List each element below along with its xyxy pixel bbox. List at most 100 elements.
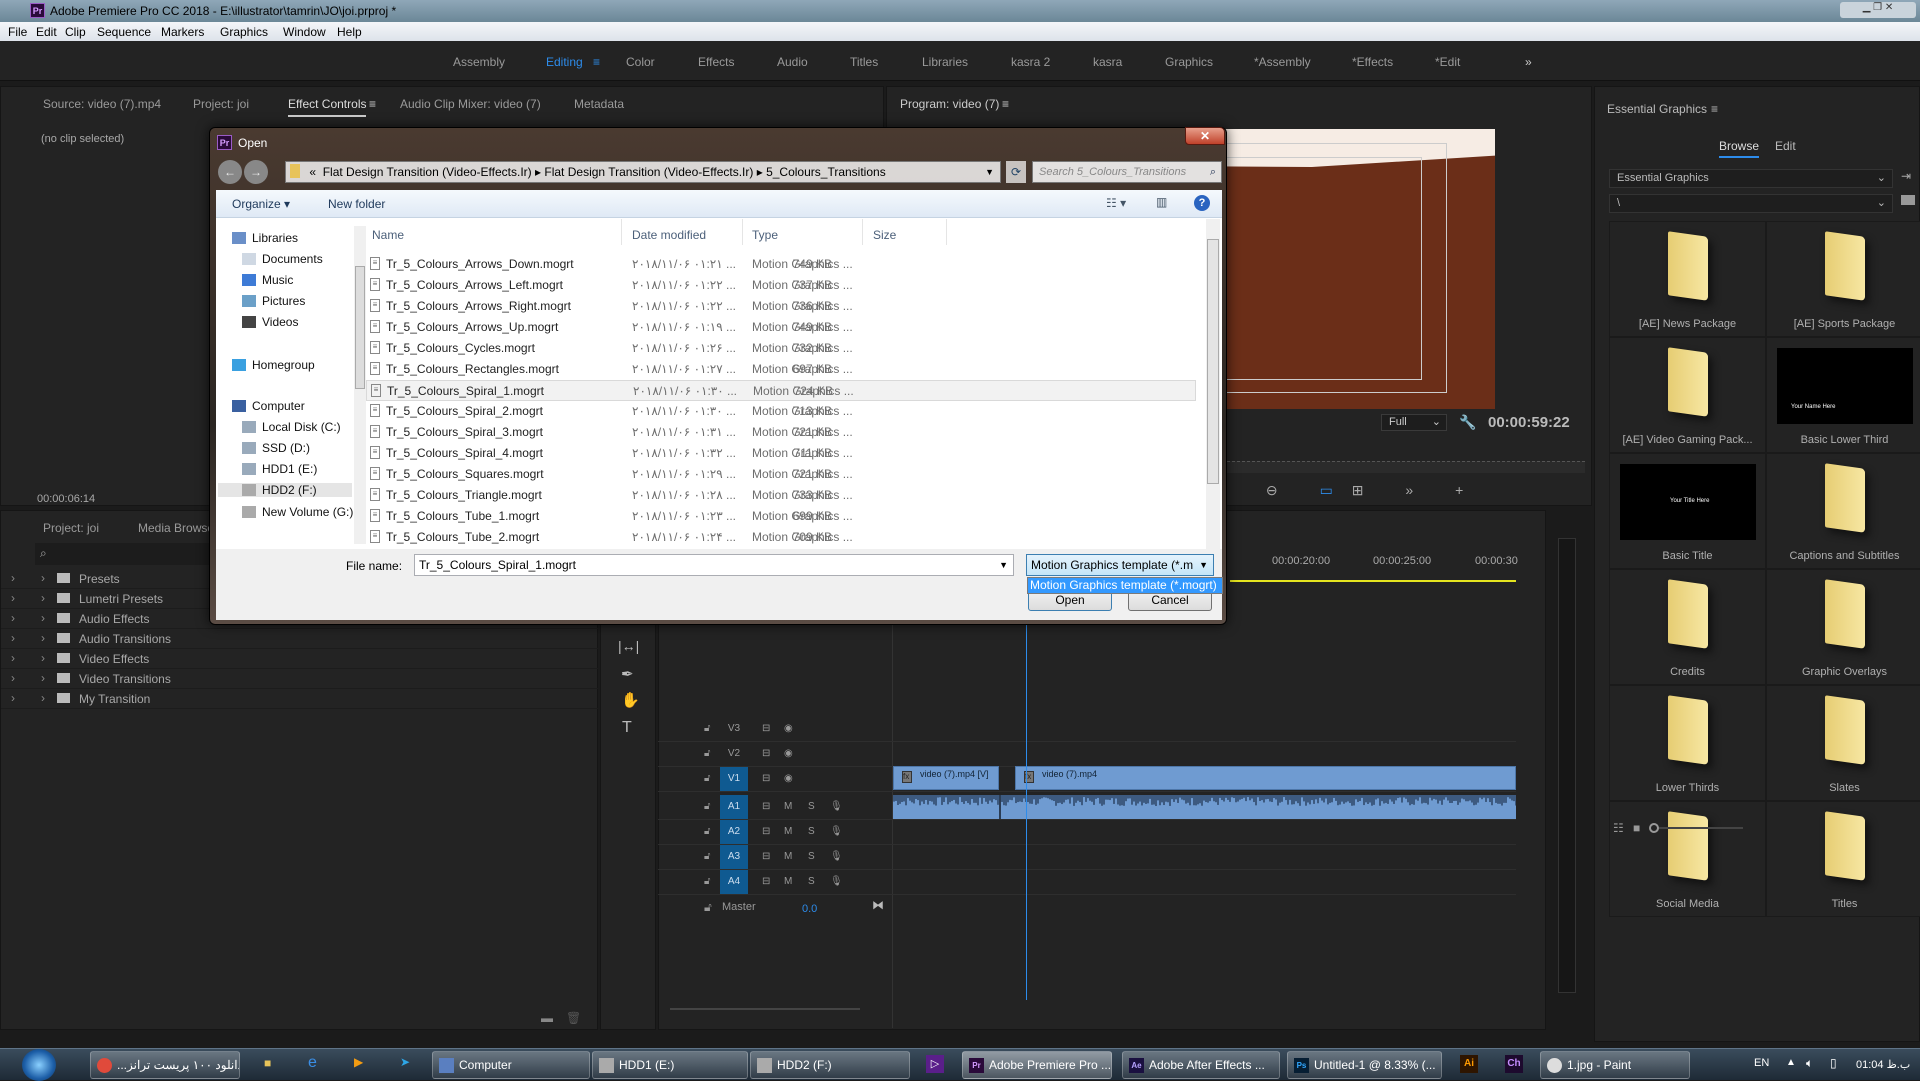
menu-edit[interactable]: Edit <box>36 25 57 39</box>
workspace-assembly[interactable]: Assembly <box>453 55 505 69</box>
panel-menu-icon[interactable]: ≡ <box>1711 102 1718 116</box>
file-name-input[interactable]: Tr_5_Colours_Spiral_1.mogrt ▼ <box>414 554 1014 576</box>
tab-browse[interactable]: Browse <box>1719 139 1760 158</box>
organize-button[interactable]: Organize ▾ <box>232 197 290 211</box>
graphics-item[interactable]: Lower Thirds <box>1609 685 1766 801</box>
eye-icon[interactable]: ◉ <box>784 748 793 759</box>
chevron-right-icon[interactable]: › <box>41 591 45 605</box>
back-button[interactable]: ← <box>218 160 242 184</box>
workspace-effects-modified[interactable]: *Effects <box>1352 55 1393 69</box>
chevron-right-icon[interactable]: › <box>11 631 15 645</box>
tab-media-browser[interactable]: Media Browser <box>138 521 218 535</box>
language-indicator[interactable]: EN <box>1754 1057 1769 1069</box>
pen-tool-icon[interactable]: ✒ <box>621 665 634 683</box>
effects-folder[interactable]: › › My Transition <box>1 689 598 709</box>
workspace-menu-icon[interactable]: ≡ <box>593 55 600 69</box>
folder-icon[interactable] <box>1901 195 1915 205</box>
nav-item[interactable]: New Volume (G:) <box>242 505 353 519</box>
file-list-scrollbar[interactable] <box>1206 219 1220 549</box>
solo-button[interactable]: S <box>808 851 815 862</box>
workspace-assembly-modified[interactable]: *Assembly <box>1254 55 1311 69</box>
media-encoder-pinned-icon[interactable]: ▷ <box>926 1055 944 1073</box>
mute-button[interactable]: M <box>784 876 792 887</box>
video-clip[interactable]: fx video (7).mp4 [V] <box>893 766 999 790</box>
lock-icon[interactable]: 🔓︎ <box>704 826 710 837</box>
tab-metadata[interactable]: Metadata <box>574 97 624 111</box>
type-tool-icon[interactable]: T <box>622 719 632 737</box>
chevron-right-icon[interactable]: › <box>41 671 45 685</box>
chevron-right-icon[interactable]: › <box>11 651 15 665</box>
taskbar-chrome[interactable]: ...دانلود ۱۰۰ پریست ترانز <box>90 1051 240 1079</box>
nav-scrollbar[interactable] <box>354 226 366 544</box>
track-target[interactable]: A2 <box>720 820 748 844</box>
menu-file[interactable]: File <box>8 25 27 39</box>
file-row[interactable]: ≡ Tr_5_Colours_Tube_1.mogrt ۲۰۱۸/۱۱/۰۶ ۰۱:… <box>366 506 1196 527</box>
mute-button[interactable]: M <box>784 801 792 812</box>
taskbar-computer[interactable]: Computer <box>432 1051 590 1079</box>
menu-sequence[interactable]: Sequence <box>97 25 151 39</box>
eye-icon[interactable]: ◉ <box>784 773 793 784</box>
audio-clip-waveform[interactable] <box>893 795 1516 819</box>
clock[interactable]: 01:04 ب.ظ <box>1856 1058 1910 1071</box>
list-view-icon[interactable]: ☷ <box>1613 821 1624 835</box>
workspace-edit-modified[interactable]: *Edit <box>1435 55 1460 69</box>
tab-audio-clip-mixer[interactable]: Audio Clip Mixer: video (7) <box>400 97 541 111</box>
column-size[interactable]: Size <box>873 228 896 242</box>
chevron-right-icon[interactable]: › <box>41 691 45 705</box>
view-options-icon[interactable]: ☷ ▾ <box>1106 196 1126 210</box>
sync-lock-icon[interactable]: ⊟ <box>762 748 770 759</box>
playhead[interactable] <box>1026 590 1027 1000</box>
chevron-down-icon[interactable]: ▼ <box>985 162 994 182</box>
graphics-item[interactable]: Titles <box>1766 801 1920 917</box>
track-target[interactable]: V3 <box>720 717 748 741</box>
breadcrumb-overflow[interactable]: « <box>309 165 316 179</box>
taskbar-paint[interactable]: 1.jpg - Paint <box>1540 1051 1690 1079</box>
effects-folder[interactable]: › › Video Transitions <box>1 669 598 689</box>
hand-tool-icon[interactable]: ✋ <box>621 691 640 709</box>
file-row[interactable]: ≡ Tr_5_Colours_Arrows_Left.mogrt ۲۰۱۸/۱۱/۰… <box>366 275 1196 296</box>
lock-icon[interactable]: 🔓︎ <box>704 748 710 759</box>
wrench-icon[interactable]: 🔧 <box>1459 414 1476 431</box>
effects-folder[interactable]: › › Audio Transitions <box>1 629 598 649</box>
thumbnail-size-slider[interactable] <box>1649 823 1743 833</box>
tab-effect-controls[interactable]: Effect Controls <box>288 97 367 117</box>
mute-button[interactable]: M <box>784 826 792 837</box>
file-type-select[interactable]: Motion Graphics template (*.m ▼ <box>1026 554 1214 576</box>
sync-lock-icon[interactable]: ⊟ <box>762 801 770 812</box>
microphone-icon[interactable]: 🎙︎ <box>830 876 843 887</box>
nav-item[interactable]: Music <box>242 273 293 287</box>
video-clip[interactable]: fx video (7).mp4 <box>1015 766 1516 790</box>
preview-pane-icon[interactable]: ▥ <box>1156 195 1167 209</box>
track-target[interactable]: A4 <box>720 870 748 894</box>
breadcrumb-item[interactable]: Flat Design Transition (Video-Effects.Ir… <box>544 165 753 179</box>
tray-overflow-icon[interactable]: ▲ <box>1786 1057 1796 1068</box>
file-type-option[interactable]: Motion Graphics template (*.mogrt) <box>1027 577 1223 594</box>
tab-source[interactable]: Source: video (7).mp4 <box>43 97 161 111</box>
illustrator-pinned-icon[interactable]: Ai <box>1460 1055 1478 1073</box>
window-controls[interactable]: ▁ ❐ ✕ <box>1840 2 1916 18</box>
graphics-path-select[interactable]: \ ⌄ <box>1609 194 1893 213</box>
nav-item[interactable]: Local Disk (C:) <box>242 420 341 434</box>
tab-project[interactable]: Project: joi <box>193 97 249 111</box>
workspace-graphics[interactable]: Graphics <box>1165 55 1213 69</box>
new-folder-button[interactable]: New folder <box>328 197 385 211</box>
menu-clip[interactable]: Clip <box>65 25 86 39</box>
new-bin-icon[interactable]: ▬ <box>541 1011 553 1025</box>
forward-button[interactable]: → <box>244 160 268 184</box>
workspace-overflow-icon[interactable]: » <box>1525 55 1532 69</box>
file-row[interactable]: ≡ Tr_5_Colours_Arrows_Up.mogrt ۲۰۱۸/۱۱/۰۶ … <box>366 317 1196 338</box>
tab-edit[interactable]: Edit <box>1775 139 1796 153</box>
lock-icon[interactable]: 🔓︎ <box>704 773 710 784</box>
column-date-modified[interactable]: Date modified <box>632 228 706 242</box>
nav-item[interactable]: HDD1 (E:) <box>242 462 317 476</box>
workspace-kasra-2[interactable]: kasra 2 <box>1011 55 1050 69</box>
ie-pinned-icon[interactable]: e <box>308 1054 317 1072</box>
menu-window[interactable]: Window <box>283 25 326 39</box>
graphics-item[interactable]: [AE] Video Gaming Pack... <box>1609 337 1766 453</box>
file-row[interactable]: ≡ Tr_5_Colours_Spiral_2.mogrt ۲۰۱۸/۱۱/۰۶ ۰… <box>366 401 1196 422</box>
workspace-color[interactable]: Color <box>626 55 655 69</box>
taskbar-hdd1[interactable]: HDD1 (E:) <box>592 1051 748 1079</box>
refresh-icon[interactable]: ⟳ <box>1006 161 1026 183</box>
master-end-icon[interactable]: ⧓ <box>872 898 884 912</box>
sync-lock-icon[interactable]: ⊟ <box>762 876 770 887</box>
